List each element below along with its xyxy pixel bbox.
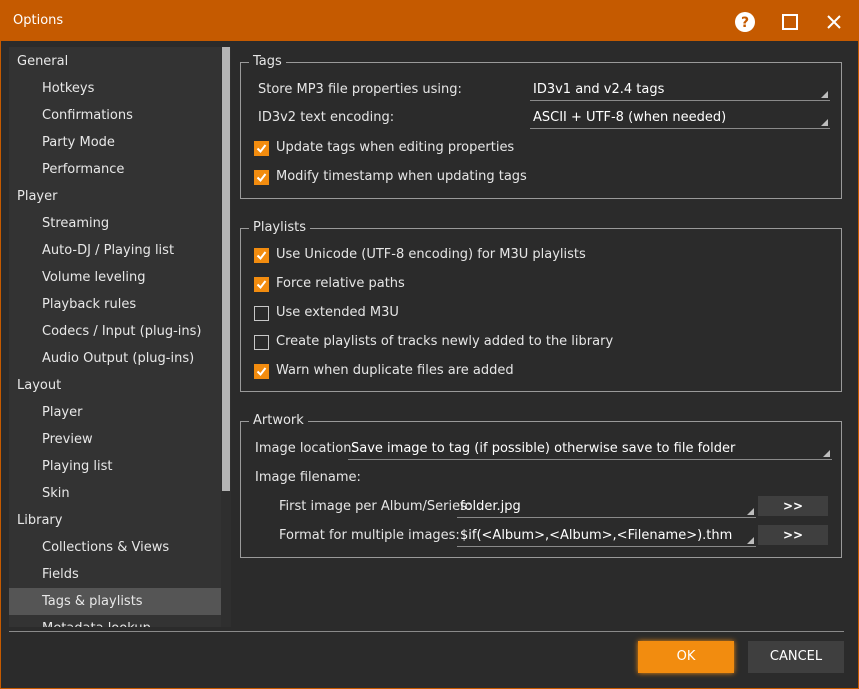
- sidebar-item-confirmations[interactable]: Confirmations: [9, 102, 221, 129]
- use-unicode-label[interactable]: Use Unicode (UTF-8 encoding) for M3U pla…: [276, 247, 586, 262]
- sidebar-item-library[interactable]: Library: [9, 507, 221, 534]
- dropdown-arrow-icon: [821, 91, 828, 98]
- checkmark-icon: [256, 173, 267, 183]
- sidebar-scrollbar[interactable]: [221, 47, 231, 627]
- create-playlists-checkbox[interactable]: [254, 335, 269, 350]
- first-image-browse-button[interactable]: >>: [758, 496, 828, 516]
- store-mp3-label: Store MP3 file properties using:: [258, 82, 462, 97]
- checkmark-icon: [256, 144, 267, 154]
- sidebar-item-layout-player[interactable]: Player: [9, 399, 221, 426]
- warn-duplicate-label[interactable]: Warn when duplicate files are added: [276, 363, 514, 378]
- svg-text:?: ?: [741, 15, 749, 31]
- sidebar-item-preview[interactable]: Preview: [9, 426, 221, 453]
- playlists-group: Playlists Use Unicode (UTF-8 encoding) f…: [240, 220, 842, 392]
- first-image-input[interactable]: folder.jpg: [457, 496, 756, 518]
- playlists-group-title: Playlists: [249, 220, 310, 236]
- close-icon[interactable]: [819, 7, 849, 37]
- store-mp3-select[interactable]: ID3v1 and v2.4 tags: [530, 79, 830, 101]
- modify-timestamp-checkbox[interactable]: [254, 170, 269, 185]
- sidebar-item-metadata-lookup[interactable]: Metadata lookup: [9, 615, 221, 627]
- sidebar-scroll-thumb[interactable]: [222, 47, 230, 491]
- artwork-group: Artwork Image location: Save image to ta…: [240, 413, 842, 558]
- update-tags-checkbox[interactable]: [254, 141, 269, 156]
- checkmark-icon: [256, 367, 267, 377]
- force-relative-label[interactable]: Force relative paths: [276, 276, 405, 291]
- cancel-button[interactable]: CANCEL: [748, 641, 844, 673]
- sidebar-item-party-mode[interactable]: Party Mode: [9, 129, 221, 156]
- maximize-icon[interactable]: [775, 7, 805, 37]
- sidebar-item-performance[interactable]: Performance: [9, 156, 221, 183]
- sidebar-item-playing-list[interactable]: Playing list: [9, 453, 221, 480]
- image-filename-label: Image filename:: [255, 470, 361, 485]
- dropdown-arrow-icon: [823, 450, 830, 457]
- force-relative-checkbox[interactable]: [254, 277, 269, 292]
- first-image-value: folder.jpg: [460, 499, 521, 514]
- create-playlists-label[interactable]: Create playlists of tracks newly added t…: [276, 334, 613, 349]
- id3v2-encoding-label: ID3v2 text encoding:: [258, 110, 395, 125]
- sidebar-item-layout[interactable]: Layout: [9, 372, 221, 399]
- sidebar-item-audio-output[interactable]: Audio Output (plug-ins): [9, 345, 221, 372]
- options-dialog: Options ? General Hotkeys Confirmations …: [0, 0, 859, 689]
- first-image-label: First image per Album/Series:: [279, 499, 472, 514]
- title-bar[interactable]: Options ?: [1, 1, 858, 41]
- artwork-group-title: Artwork: [249, 413, 308, 429]
- multiple-images-label: Format for multiple images:: [279, 528, 460, 543]
- multiple-images-input[interactable]: $if(<Album>,<Album>,<Filename>).thm: [457, 525, 756, 547]
- sidebar-item-collections-views[interactable]: Collections & Views: [9, 534, 221, 561]
- tags-group-title: Tags: [249, 54, 286, 70]
- tags-group: Tags Store MP3 file properties using: ID…: [240, 54, 842, 199]
- sidebar-item-general[interactable]: General: [9, 48, 221, 75]
- dropdown-arrow-icon: [747, 508, 754, 515]
- sidebar-item-auto-dj[interactable]: Auto-DJ / Playing list: [9, 237, 221, 264]
- window-title: Options: [13, 13, 64, 28]
- store-mp3-value: ID3v1 and v2.4 tags: [533, 82, 665, 97]
- options-sidebar: General Hotkeys Confirmations Party Mode…: [9, 47, 231, 627]
- image-location-value: Save image to tag (if possible) otherwis…: [351, 441, 736, 456]
- warn-duplicate-checkbox[interactable]: [254, 364, 269, 379]
- update-tags-label[interactable]: Update tags when editing properties: [276, 140, 514, 155]
- use-unicode-checkbox[interactable]: [254, 248, 269, 263]
- sidebar-item-playback-rules[interactable]: Playback rules: [9, 291, 221, 318]
- sidebar-item-codecs-input[interactable]: Codecs / Input (plug-ins): [9, 318, 221, 345]
- sidebar-item-streaming[interactable]: Streaming: [9, 210, 221, 237]
- id3v2-encoding-value: ASCII + UTF-8 (when needed): [533, 110, 727, 125]
- checkmark-icon: [256, 251, 267, 261]
- help-icon[interactable]: ?: [730, 7, 760, 37]
- multiple-images-browse-button[interactable]: >>: [758, 525, 828, 545]
- modify-timestamp-label[interactable]: Modify timestamp when updating tags: [276, 169, 527, 184]
- extended-m3u-checkbox[interactable]: [254, 306, 269, 321]
- sidebar-item-hotkeys[interactable]: Hotkeys: [9, 75, 221, 102]
- footer-divider: [9, 631, 844, 632]
- dropdown-arrow-icon: [747, 537, 754, 544]
- sidebar-item-fields[interactable]: Fields: [9, 561, 221, 588]
- extended-m3u-label[interactable]: Use extended M3U: [276, 305, 399, 320]
- multiple-images-value: $if(<Album>,<Album>,<Filename>).thm: [460, 528, 733, 543]
- sidebar-item-tags-playlists[interactable]: Tags & playlists: [9, 588, 221, 615]
- sidebar-item-skin[interactable]: Skin: [9, 480, 221, 507]
- image-location-label: Image location:: [255, 441, 356, 456]
- sidebar-item-volume-leveling[interactable]: Volume leveling: [9, 264, 221, 291]
- image-location-select[interactable]: Save image to tag (if possible) otherwis…: [348, 438, 832, 460]
- sidebar-item-player[interactable]: Player: [9, 183, 221, 210]
- id3v2-encoding-select[interactable]: ASCII + UTF-8 (when needed): [530, 107, 830, 129]
- dropdown-arrow-icon: [821, 119, 828, 126]
- ok-button[interactable]: OK: [638, 641, 734, 673]
- checkmark-icon: [256, 280, 267, 290]
